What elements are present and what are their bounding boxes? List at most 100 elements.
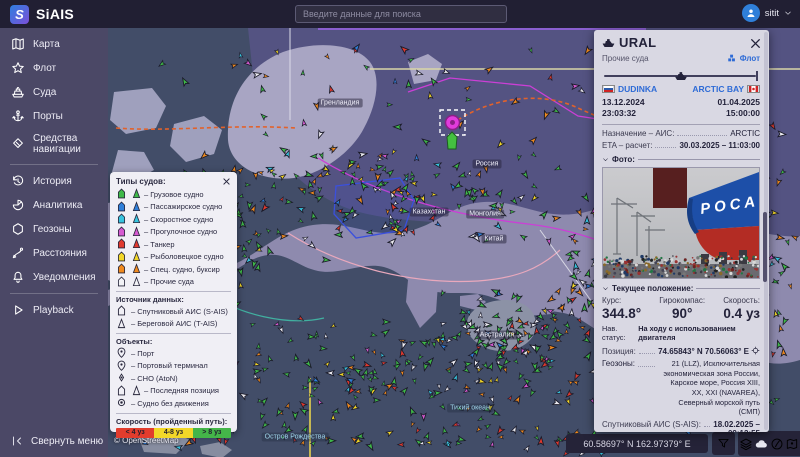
legend-source: – Спутниковый АИС (S-AIS) (116, 305, 231, 318)
filter-button[interactable] (712, 432, 735, 455)
logo-icon: S (10, 4, 29, 24)
legend-label: – Грузовое судно (144, 189, 204, 199)
origin-port[interactable]: DUDINKA (602, 84, 657, 94)
legend-ship-type: – Спец. судно, буксир (116, 263, 231, 276)
play-icon (11, 303, 25, 317)
legend-glyph-icon (116, 263, 127, 275)
collapse-menu-button[interactable]: Свернуть меню (0, 427, 108, 457)
sidebar-item-флот[interactable]: Флот (0, 56, 108, 80)
history-icon (11, 174, 25, 188)
sidebar-item-label: Расстояния (33, 247, 87, 259)
vessel-photo[interactable]: РОСА (602, 167, 760, 280)
compass-button[interactable] (770, 437, 784, 451)
position-row: Позиция: 74.65843° N 70.56063° E (602, 345, 760, 356)
sidebar-item-playback[interactable]: Playback (0, 298, 108, 322)
speed-bin: < 4 уз (116, 427, 155, 438)
app-logo[interactable]: S SiAIS (0, 4, 108, 24)
legend-object: – СНО (AtoN) (116, 372, 231, 385)
legend-label: – Спец. судно, буксир (144, 264, 220, 274)
legend-glyph-icon (116, 305, 127, 317)
legend-label: – Порт (131, 348, 155, 358)
fleet-icon (727, 53, 737, 63)
sidebar-item-порты[interactable]: Порты (0, 104, 108, 128)
legend-label: – Скоростное судно (144, 214, 214, 224)
legend-glyph-icon (131, 200, 141, 213)
legend-label: – Рыболовецкое судно (144, 252, 224, 262)
sidebar-item-label: Порты (33, 110, 63, 122)
course-value: Курс: 344.8° (602, 296, 642, 322)
collapse-label: Свернуть меню (31, 435, 104, 447)
anchor-icon (11, 109, 25, 123)
legend-object: – Порт (116, 347, 231, 360)
legend-label: – СНО (AtoN) (131, 373, 178, 383)
photo-section-header[interactable]: Фото: (602, 155, 760, 164)
legend-speed-title: Скорость (пройденный путь): (116, 416, 228, 426)
legend-glyph-icon (131, 238, 141, 250)
user-name: sitit (764, 7, 779, 19)
section-chevron-icon (602, 285, 609, 292)
speed-bin: 4-8 уз (154, 427, 193, 438)
legend-glyph-icon (116, 188, 127, 200)
legend-ship-type: – Грузовое судно (116, 188, 231, 201)
layers-button[interactable] (739, 437, 753, 451)
legend-object: – Портовый терминал (116, 360, 231, 373)
sidebar-item-аналитика[interactable]: Аналитика (0, 193, 108, 217)
legend-label: – Прочие суда (144, 277, 194, 287)
sidebar-item-геозоны[interactable]: Геозоны (0, 217, 108, 241)
legend-close-icon[interactable] (222, 177, 231, 186)
vessel-name: URAL (619, 35, 657, 50)
sidebar-item-уведомления[interactable]: Уведомления (0, 265, 108, 289)
search-input[interactable] (295, 5, 507, 23)
ship-icon (11, 85, 25, 99)
sidebar-item-средства-навигации[interactable]: Средства навигации (0, 128, 108, 160)
sidebar-item-расстояния[interactable]: Расстояния (0, 241, 108, 265)
map-controls (738, 431, 800, 456)
weather-button[interactable] (754, 437, 768, 451)
current-position-section-header[interactable]: Текущее положение: (602, 284, 760, 293)
sidebar-item-суда[interactable]: Суда (0, 80, 108, 104)
legend-glyph-icon (116, 226, 127, 238)
avatar (741, 4, 760, 22)
legend-label: – Портовый терминал (131, 361, 208, 371)
bell-icon (11, 270, 25, 284)
sidebar-item-label: Playback (33, 304, 74, 316)
speed-bin: > 8 уз (192, 427, 231, 438)
sidebar-item-история[interactable]: История (0, 169, 108, 193)
legend-glyph-icon (131, 250, 141, 263)
sidebar: Карта Флот Суда Порты Средства навигации Исто… (0, 28, 108, 457)
sidebar-item-карта[interactable]: Карта (0, 32, 108, 56)
voyage-slider-thumb[interactable] (673, 69, 689, 82)
legend-ship-type: – Скоростное судно (116, 213, 231, 226)
ship-types-legend-panel: Типы судов: – Грузовое судно – Пассажирск… (110, 172, 237, 438)
legend-label: – Пассажирское судно (144, 202, 223, 212)
locate-icon[interactable] (751, 346, 760, 355)
map-icon (11, 37, 25, 51)
distance-icon (11, 246, 25, 260)
add-to-fleet-link[interactable]: Флот (727, 53, 760, 63)
basemap-button[interactable] (785, 437, 799, 451)
legend-glyph-icon (131, 188, 141, 200)
panel-close-icon[interactable] (749, 37, 760, 48)
nav-status-row: Нав. статус: На ходу с использованием дв… (602, 324, 736, 343)
legend-no-motion: – Судно без движения (116, 397, 231, 410)
voyage-progress-slider[interactable] (602, 69, 760, 82)
legend-glyph-icon (116, 251, 127, 263)
topbar: S SiAIS sitit (0, 0, 800, 28)
legend-glyph-icon (116, 347, 127, 359)
eta-row: ETA – расчет: 30.03.2025 – 11:03:00 (602, 141, 760, 151)
legend-source: – Береговой АИС (T-AIS) (116, 317, 231, 331)
destination-port[interactable]: ARCTIC BAY (692, 84, 760, 94)
collapse-icon (11, 435, 23, 447)
legend-glyph-icon (131, 213, 141, 225)
legend-title: Типы судов: (116, 177, 166, 186)
legend-glyph-icon (116, 201, 127, 213)
user-menu[interactable]: sitit (741, 4, 792, 22)
geozone-icon (11, 222, 25, 236)
geozones-row: Геозоны: 21 (LLZ), Исключительная эконом… (602, 359, 760, 417)
legend-glyph-icon (131, 225, 141, 238)
vessel-detail-panel: URAL Прочие суда Флот DUDINKA ARCTIC BAY… (594, 30, 769, 432)
sidebar-item-label: Флот (33, 62, 57, 74)
panel-scrollbar[interactable] (763, 32, 768, 430)
star-icon (11, 61, 25, 75)
vessel-category: Прочие суда (602, 53, 649, 63)
